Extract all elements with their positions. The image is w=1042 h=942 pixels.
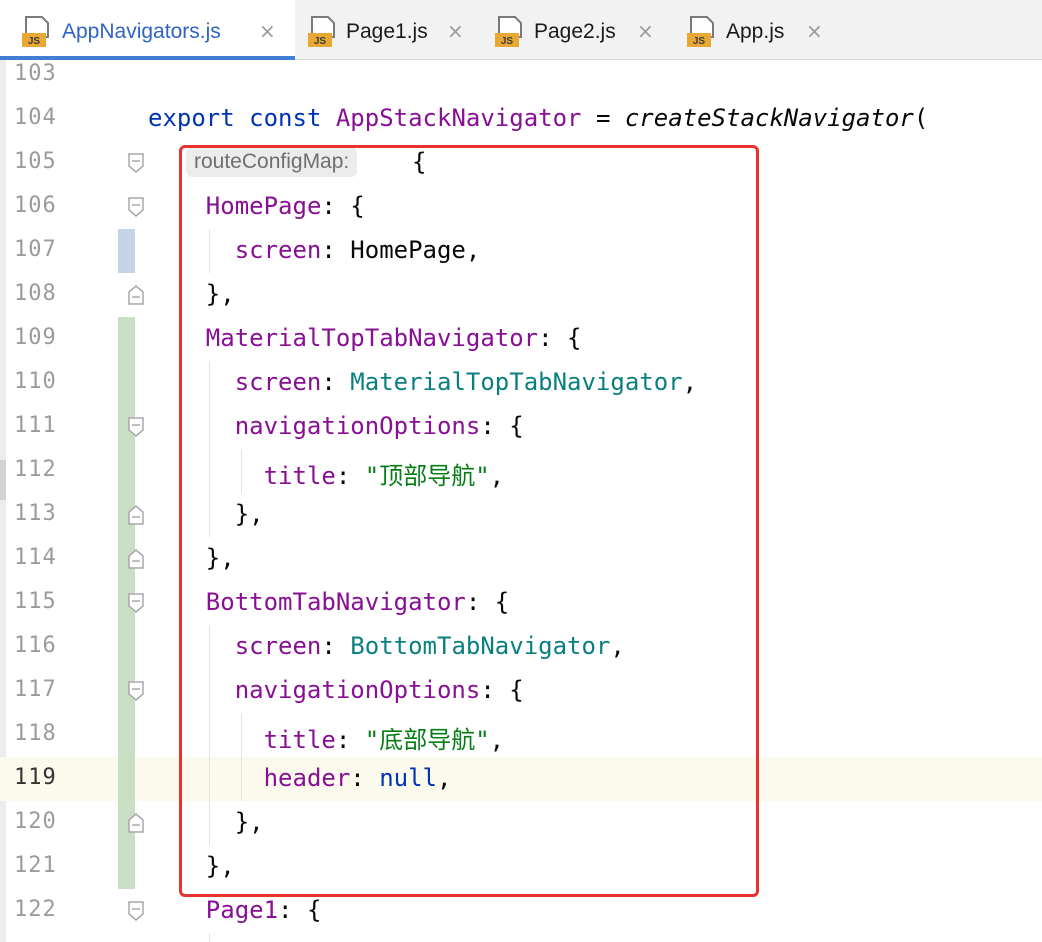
tab-label: Page1.js xyxy=(346,20,428,43)
line-number[interactable]: 122 xyxy=(14,897,57,922)
token-fn: createStackNavigator xyxy=(624,104,914,132)
svg-text:JS: JS xyxy=(501,36,514,47)
line-number[interactable]: 103 xyxy=(14,61,57,86)
line-number[interactable]: 110 xyxy=(14,369,57,394)
tab-appnavigators-js[interactable]: JS AppNavigators.js × xyxy=(0,0,295,60)
fold-collapse-icon[interactable] xyxy=(127,680,145,702)
js-file-icon: JS xyxy=(495,16,522,47)
line-number[interactable]: 108 xyxy=(14,281,57,306)
close-icon[interactable]: × xyxy=(637,19,654,43)
line-number[interactable]: 104 xyxy=(14,105,57,130)
token: = xyxy=(581,104,625,132)
tab-app-js[interactable]: JS App.js × xyxy=(671,0,841,60)
fold-end-icon[interactable] xyxy=(127,548,145,570)
close-icon[interactable]: × xyxy=(806,19,823,43)
line-number[interactable]: 121 xyxy=(14,853,57,878)
fold-collapse-icon[interactable] xyxy=(127,900,145,922)
code-line[interactable]: 103 xyxy=(0,53,1042,97)
code-text[interactable]: export const AppStackNavigator = createS… xyxy=(148,104,928,132)
line-number[interactable]: 114 xyxy=(14,545,57,570)
line-number[interactable]: 119 xyxy=(14,765,57,790)
fold-end-icon[interactable] xyxy=(127,284,145,306)
line-number[interactable]: 120 xyxy=(14,809,57,834)
close-icon[interactable]: × xyxy=(447,19,464,43)
token: : { xyxy=(278,896,322,924)
tab-page2-js[interactable]: JS Page2.js × xyxy=(479,0,671,60)
token-prop: Page1 xyxy=(205,896,279,924)
js-file-icon: JS xyxy=(308,16,335,47)
fold-end-icon[interactable] xyxy=(127,504,145,526)
svg-text:JS: JS xyxy=(28,36,41,47)
token-kw: export xyxy=(148,104,235,132)
line-number[interactable]: 117 xyxy=(14,677,57,702)
fold-collapse-icon[interactable] xyxy=(127,152,145,174)
line-number[interactable]: 107 xyxy=(14,237,57,262)
fold-collapse-icon[interactable] xyxy=(127,592,145,614)
highlight-box xyxy=(179,145,759,897)
tab-label: AppNavigators.js xyxy=(62,20,221,43)
fold-collapse-icon[interactable] xyxy=(127,196,145,218)
code-text[interactable]: Page1: { xyxy=(206,896,322,924)
vcs-modified-marker[interactable] xyxy=(118,229,135,273)
fold-collapse-icon[interactable] xyxy=(127,416,145,438)
svg-text:JS: JS xyxy=(314,36,327,47)
line-number[interactable]: 111 xyxy=(14,413,57,438)
close-icon[interactable]: × xyxy=(259,19,276,43)
line-number[interactable]: 113 xyxy=(14,501,57,526)
line-number[interactable]: 109 xyxy=(14,325,57,350)
tab-label: Page2.js xyxy=(534,20,616,43)
line-number[interactable]: 116 xyxy=(14,633,57,658)
line-number[interactable]: 105 xyxy=(14,149,57,174)
js-file-icon: JS xyxy=(22,16,49,47)
tab-label: App.js xyxy=(726,20,785,43)
line-number[interactable]: 112 xyxy=(14,457,57,482)
code-line[interactable]: 104 export const AppStackNavigator = crea… xyxy=(0,97,1042,141)
token-prop: AppStackNavigator xyxy=(335,104,582,132)
token: ( xyxy=(913,104,929,132)
fold-end-icon[interactable] xyxy=(127,812,145,834)
line-number[interactable]: 106 xyxy=(14,193,57,218)
indent-guide xyxy=(209,933,210,942)
svg-text:JS: JS xyxy=(693,36,706,47)
line-number[interactable]: 118 xyxy=(14,721,57,746)
js-file-icon: JS xyxy=(687,16,714,47)
line-number[interactable]: 115 xyxy=(14,589,57,614)
tab-page1-js[interactable]: JS Page1.js × xyxy=(295,0,479,60)
token-kw: const xyxy=(249,104,322,132)
editor-tab-bar: JS AppNavigators.js × JS Page1.js × JS P… xyxy=(0,0,1042,60)
